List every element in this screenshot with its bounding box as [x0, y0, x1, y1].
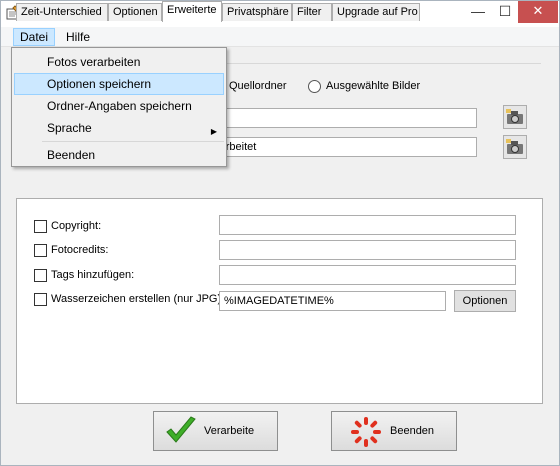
tab-panel-erweiterte: Copyright: Fotocredits: Tags hinzufügen:… — [16, 198, 543, 404]
process-button[interactable]: Verarbeite — [153, 411, 278, 451]
menu-item-ordner-angaben-speichern[interactable]: Ordner-Angaben speichern — [14, 95, 224, 117]
watermark-label: Wasserzeichen erstellen (nur JPG) — [51, 293, 222, 305]
radio-source-folder-label: Quellordner — [229, 80, 287, 92]
menu-item-fotos-verarbeiten[interactable]: Fotos verarbeiten — [14, 51, 224, 73]
submenu-arrow-icon: ▶ — [210, 127, 217, 136]
tab-filter[interactable]: Filter — [292, 3, 332, 21]
menu-hilfe[interactable]: Hilfe — [59, 28, 97, 46]
menu-item-optionen-speichern[interactable]: Optionen speichern — [14, 73, 224, 95]
source-groupbox-border — [181, 63, 541, 64]
tags-field[interactable] — [219, 265, 516, 285]
tab-zeit-unterschied[interactable]: Zeit-Unterschied — [16, 3, 108, 21]
app-window: [#] EXIF Date Changer [#] — ☐ ✕ Datei Hi… — [0, 0, 560, 466]
tab-erweiterte[interactable]: Erweiterte — [162, 1, 222, 22]
copyright-field[interactable] — [219, 215, 516, 235]
tags-checkbox[interactable] — [34, 269, 47, 282]
camera-folder-icon — [506, 109, 523, 124]
photocredits-field[interactable] — [219, 240, 516, 260]
exit-button-label: Beenden — [390, 425, 435, 437]
maximize-button[interactable]: ☐ — [492, 1, 518, 23]
exit-icon — [351, 417, 381, 447]
copyright-checkbox[interactable] — [34, 220, 47, 233]
watermark-checkbox[interactable] — [34, 293, 47, 306]
menu-item-sprache[interactable]: Sprache ▶ — [14, 117, 224, 139]
tab-upgrade[interactable]: Upgrade auf Pro — [332, 3, 420, 21]
browse-source-button[interactable] — [503, 105, 527, 129]
menu-separator — [42, 141, 224, 142]
checkmark-icon — [166, 416, 196, 443]
camera-folder-icon — [506, 139, 523, 154]
menu-item-sprache-label: Sprache — [47, 121, 92, 135]
close-button[interactable]: ✕ — [518, 1, 558, 23]
menu-item-beenden[interactable]: Beenden — [14, 144, 224, 166]
photocredits-label: Fotocredits: — [51, 244, 109, 256]
watermark-options-button[interactable]: Optionen — [454, 290, 516, 312]
photocredits-checkbox[interactable] — [34, 244, 47, 257]
tags-label: Tags hinzufügen: — [51, 269, 135, 281]
browse-target-button[interactable] — [503, 135, 527, 159]
file-menu-dropdown: Fotos verarbeiten Optionen speichern Ord… — [11, 47, 227, 167]
exit-button[interactable]: Beenden — [331, 411, 457, 451]
menu-datei[interactable]: Datei — [13, 28, 56, 46]
menu-bar: Datei Hilfe — [1, 27, 559, 47]
tab-privatsphaere[interactable]: Privatsphäre — [222, 3, 292, 21]
process-button-label: Verarbeite — [204, 425, 255, 437]
minimize-button[interactable]: — — [464, 1, 492, 23]
tab-optionen[interactable]: Optionen — [108, 3, 162, 21]
radio-selected-images-label: Ausgewählte Bilder — [326, 80, 421, 92]
copyright-label: Copyright: — [51, 220, 102, 232]
radio-selected-images[interactable] — [308, 80, 321, 93]
watermark-field[interactable]: %IMAGEDATETIME% — [219, 291, 446, 311]
